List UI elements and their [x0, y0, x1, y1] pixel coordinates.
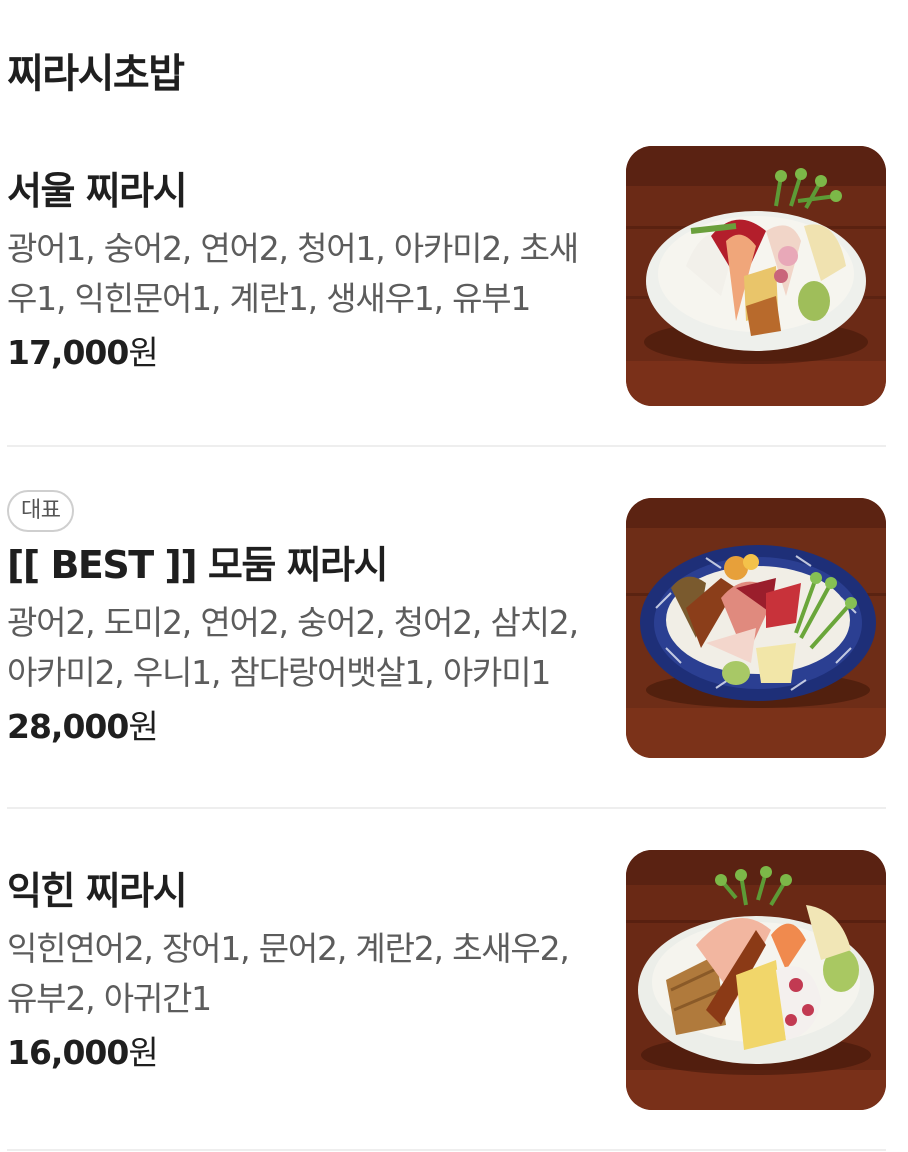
menu-item-name: 서울 찌라시	[7, 169, 188, 213]
price-value: 17,000	[7, 333, 129, 372]
price-currency: 원	[128, 707, 158, 746]
menu-item-text: 익힌 찌라시 익힌연어2, 장어1, 문어2, 계란2, 초새우2, 유부2, …	[7, 864, 597, 1078]
white-bowl-cooked-seafood-rice-photo-icon	[626, 850, 886, 1110]
item-divider	[7, 807, 886, 809]
price-value: 28,000	[7, 707, 129, 746]
menu-item-price: 17,000원	[7, 328, 597, 378]
menu-item-description: 광어1, 숭어2, 연어2, 청어1, 아카미2, 초새우1, 익힌문어1, 계…	[7, 229, 579, 318]
price-currency: 원	[128, 333, 158, 372]
menu-item-photo[interactable]	[626, 850, 886, 1110]
item-divider	[7, 445, 886, 447]
menu-item[interactable]: 대표 [[ BEST ]] 모둠 찌라시 광어2, 도미2, 연어2, 숭어2,…	[0, 490, 908, 808]
price-currency: 원	[128, 1033, 158, 1072]
menu-item-text: 서울 찌라시 광어1, 숭어2, 연어2, 청어1, 아카미2, 초새우1, 익…	[7, 164, 597, 378]
menu-item-price: 28,000원	[7, 702, 597, 752]
price-value: 16,000	[7, 1033, 129, 1072]
item-divider	[7, 1149, 886, 1151]
menu-item-name: 익힌 찌라시	[7, 869, 188, 913]
menu-item-description: 익힌연어2, 장어1, 문어2, 계란2, 초새우2, 유부2, 아귀간1	[7, 929, 570, 1018]
menu-item[interactable]: 익힌 찌라시 익힌연어2, 장어1, 문어2, 계란2, 초새우2, 유부2, …	[0, 850, 908, 1150]
menu-item-name: [[ BEST ]] 모둠 찌라시	[7, 543, 388, 587]
menu-item-description: 광어2, 도미2, 연어2, 숭어2, 청어2, 삼치2, 아카미2, 우니1,…	[7, 603, 579, 692]
white-bowl-sashimi-rice-photo-icon	[626, 146, 886, 406]
menu-item-text: 대표 [[ BEST ]] 모둠 찌라시 광어2, 도미2, 연어2, 숭어2,…	[7, 490, 597, 752]
menu-item-photo[interactable]	[626, 498, 886, 758]
representative-badge: 대표	[7, 490, 75, 532]
blue-pattern-bowl-sashimi-rice-photo-icon	[626, 498, 886, 758]
menu-item[interactable]: 서울 찌라시 광어1, 숭어2, 연어2, 청어1, 아카미2, 초새우1, 익…	[0, 146, 908, 446]
menu-item-photo[interactable]	[626, 146, 886, 406]
menu-item-price: 16,000원	[7, 1028, 597, 1078]
section-title: 찌라시초밥	[7, 51, 185, 97]
